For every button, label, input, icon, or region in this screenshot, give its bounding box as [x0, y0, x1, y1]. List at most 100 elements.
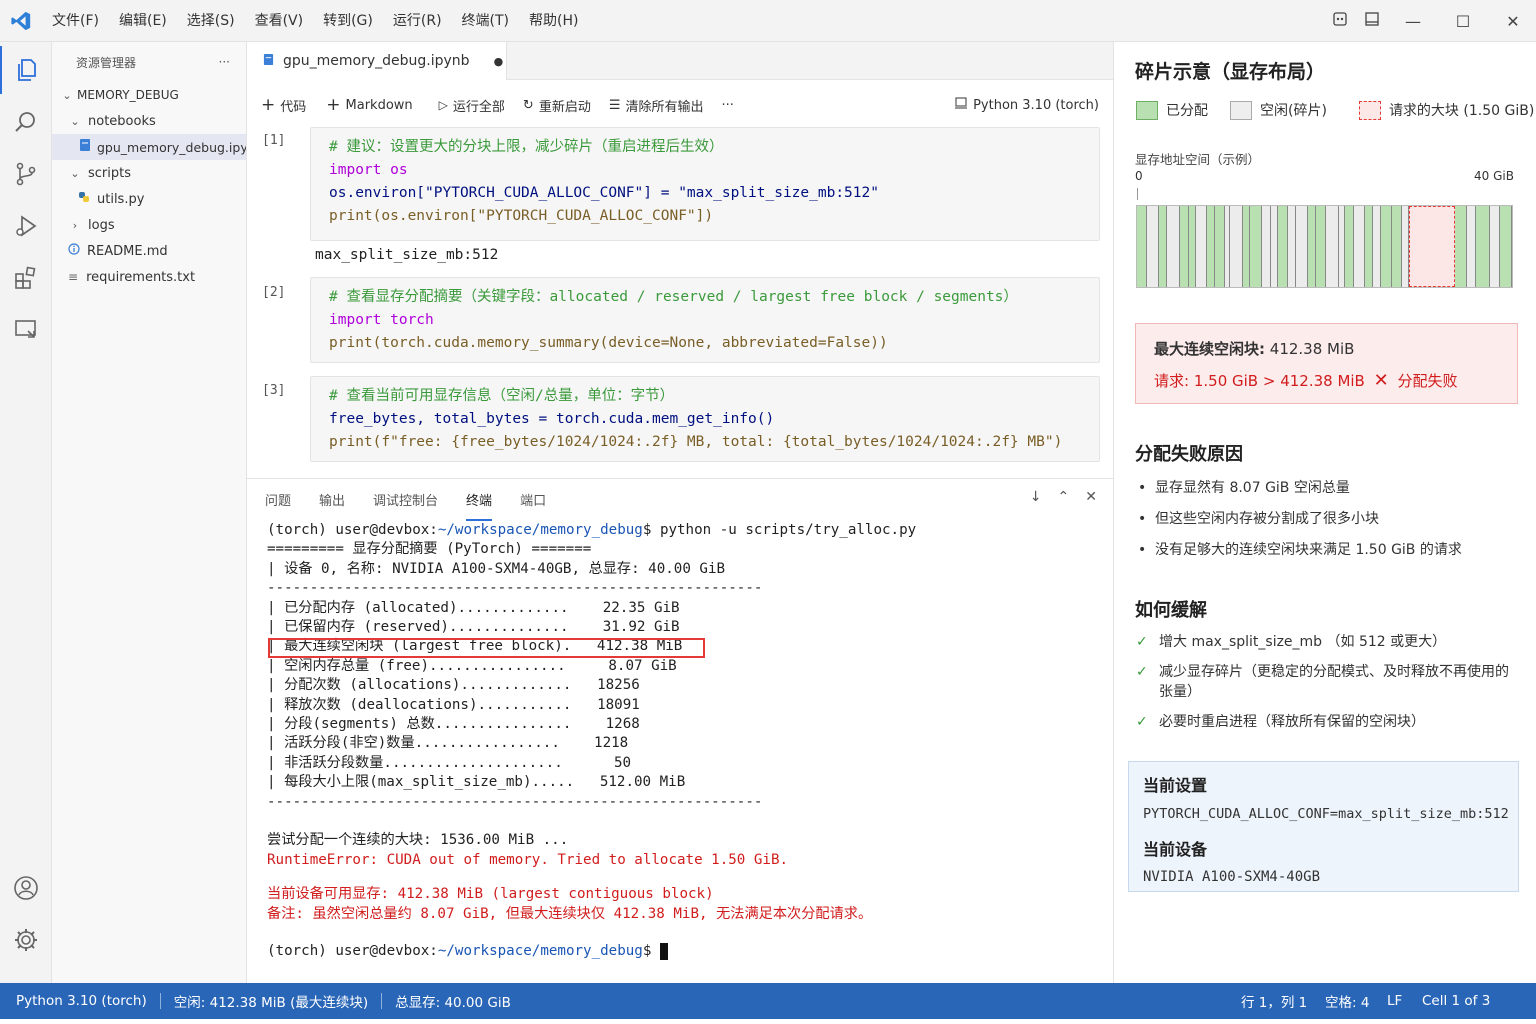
title-bar: 文件(F) 编辑(E) 选择(S) 查看(V) 转到(G) 运行(R) 终端(T… — [0, 0, 1536, 42]
copilot-icon[interactable] — [1326, 11, 1354, 31]
terminal-prompt-line: (torch) user@devbox:~/workspace/memory_d… — [267, 942, 916, 961]
tree-file-notebook[interactable]: gpu_memory_debug.ipynb — [52, 134, 246, 160]
text-file-icon: ≡ — [68, 270, 79, 284]
current-settings-box: 当前设置 PYTORCH_CUDA_ALLOC_CONF=max_split_s… — [1128, 761, 1519, 892]
free-block — [1325, 206, 1339, 287]
status-position[interactable]: 行 1，列 1 — [1241, 991, 1307, 1011]
chevron-down-icon: ⌄ — [70, 166, 80, 180]
memory-layout-bar — [1136, 205, 1513, 288]
device-title: 当前设备 — [1143, 840, 1208, 859]
chevron-down-icon: ⌄ — [70, 114, 80, 128]
terminal-output[interactable]: (torch) user@devbox:~/workspace/memory_d… — [267, 521, 916, 962]
source-control-icon[interactable] — [0, 150, 52, 198]
legend-allocated: 已分配 — [1166, 103, 1208, 119]
allocated-block — [1242, 206, 1251, 287]
free-block — [1402, 206, 1410, 287]
search-icon[interactable] — [0, 98, 52, 146]
terminal-cursor — [659, 942, 668, 960]
add-markdown-button[interactable]: + Markdown — [326, 95, 412, 115]
settings-gear-icon[interactable] — [0, 916, 52, 964]
menu-help[interactable]: 帮助(H) — [519, 0, 588, 42]
free-block — [1373, 206, 1381, 287]
allocated-block — [1455, 206, 1468, 287]
setting-value: PYTORCH_CUDA_ALLOC_CONF=max_split_size_m… — [1143, 806, 1509, 822]
maximize-button[interactable]: ☐ — [1440, 12, 1486, 31]
tab-output[interactable]: 输出 — [319, 490, 345, 509]
minimize-button[interactable]: — — [1390, 12, 1436, 31]
requested-block — [1409, 206, 1456, 287]
tree-item-label: gpu_memory_debug.ipynb — [97, 139, 246, 155]
kernel-picker[interactable]: Python 3.10 (torch) — [954, 96, 1099, 114]
tree-file-requirements[interactable]: ≡ requirements.txt — [52, 264, 246, 290]
menu-go[interactable]: 转到(G) — [313, 0, 383, 42]
status-eol[interactable]: LF — [1387, 993, 1402, 1009]
status-spaces[interactable]: 空格: 4 — [1325, 991, 1369, 1011]
vscode-logo-icon — [0, 0, 42, 42]
code-cell-1[interactable]: # 建议：设置更大的分块上限，减少碎片（重启进程后生效） import os o… — [310, 127, 1100, 241]
fail-x-icon: ✕ — [1373, 370, 1389, 391]
maximize-panel-icon[interactable]: ⌃ — [1058, 489, 1070, 505]
vscode-window: 文件(F) 编辑(E) 选择(S) 查看(V) 转到(G) 运行(R) 终端(T… — [0, 0, 1536, 1024]
notebook-file-icon — [263, 53, 274, 70]
status-cell[interactable]: Cell 1 of 3 — [1422, 993, 1490, 1009]
cell-1-number: [1] — [262, 133, 286, 148]
free-block — [1490, 206, 1501, 287]
more-actions-button[interactable]: ··· — [722, 98, 734, 113]
tree-root[interactable]: ⌄ MEMORY_DEBUG — [52, 82, 246, 108]
unsaved-dot-icon[interactable]: ● — [494, 55, 504, 68]
account-icon[interactable] — [0, 864, 52, 912]
notebook-toolbar: + 代码 + Markdown ▷ 运行全部 ↻ 重新启动 ☰ 清除所有输出 ··· Py… — [247, 80, 1113, 130]
restart-button[interactable]: ↻ 重新启动 — [523, 96, 591, 115]
menu-run[interactable]: 运行(R) — [383, 0, 452, 42]
chevron-right-icon: › — [72, 218, 78, 232]
info-icon — [68, 243, 80, 259]
tree-folder-notebooks[interactable]: ⌄ notebooks — [52, 108, 246, 134]
tab-debug-console[interactable]: 调试控制台 — [373, 490, 438, 509]
allocated-block — [1215, 206, 1226, 287]
menu-file[interactable]: 文件(F) — [42, 0, 109, 42]
code-cell-2[interactable]: # 查看显存分配摘要（关键字段：allocated / reserved / l… — [310, 277, 1100, 363]
legend-free: 空闲(碎片) — [1260, 103, 1327, 119]
add-code-button[interactable]: + 代码 — [261, 95, 306, 115]
menu-selection[interactable]: 选择(S) — [177, 0, 245, 42]
restart-icon: ↻ — [522, 97, 534, 113]
fix-item: 减少显存碎片（更稳定的分配模式、及时释放不再使用的张量） — [1136, 662, 1521, 702]
cell-1-output: max_split_size_mb:512 — [315, 247, 499, 263]
run-all-button[interactable]: ▷ 运行全部 — [439, 96, 505, 115]
tab-gpu-memory-debug[interactable]: gpu_memory_debug.ipynb ● — [247, 42, 507, 80]
tree-file-utils[interactable]: utils.py — [52, 186, 246, 212]
explorer-icon[interactable] — [0, 46, 52, 94]
allocated-block — [1137, 206, 1147, 287]
menu-edit[interactable]: 编辑(E) — [109, 0, 177, 42]
download-arrow-icon[interactable]: ↓ — [1030, 489, 1042, 505]
allocated-block — [1158, 206, 1167, 287]
bottom-panel: 问题 输出 调试控制台 终端 端口 ↓ ⌃ ✕ (torch) user@dev… — [247, 478, 1113, 983]
run-debug-icon[interactable] — [0, 202, 52, 250]
allocated-block — [1500, 206, 1512, 287]
kernel-icon — [954, 96, 968, 114]
menu-terminal[interactable]: 终端(T) — [452, 0, 519, 42]
allocated-block — [1180, 206, 1190, 287]
extensions-icon[interactable] — [0, 254, 52, 302]
notebook-file-icon — [79, 138, 91, 156]
explorer-title: 资源管理器 — [76, 55, 137, 70]
close-panel-icon[interactable]: ✕ — [1085, 489, 1097, 505]
code-cell-3[interactable]: # 查看当前可用显存信息（空闲/总量，单位：字节） free_bytes, to… — [310, 376, 1100, 462]
close-window-button[interactable]: ✕ — [1490, 12, 1536, 31]
free-block — [1296, 206, 1309, 287]
tab-ports[interactable]: 端口 — [520, 490, 546, 509]
status-kernel[interactable]: Python 3.10 (torch) — [16, 993, 147, 1009]
tree-folder-logs[interactable]: › logs — [52, 212, 246, 238]
menu-view[interactable]: 查看(V) — [245, 0, 314, 42]
tree-folder-scripts[interactable]: ⌄ scripts — [52, 160, 246, 186]
tab-problems[interactable]: 问题 — [265, 490, 291, 509]
error-box: 最大连续空闲块: 412.38 MiB 请求: 1.50 GiB > 412.3… — [1135, 323, 1518, 404]
more-actions-button[interactable]: ··· — [219, 55, 230, 69]
tab-terminal[interactable]: 终端 — [466, 490, 493, 521]
remote-explorer-icon[interactable] — [0, 306, 52, 354]
allocated-block — [1392, 206, 1403, 287]
layout-icon[interactable] — [1358, 11, 1386, 31]
clear-outputs-button[interactable]: ☰ 清除所有输出 — [609, 96, 704, 115]
tree-file-readme[interactable]: README.md — [52, 238, 246, 264]
allocated-block — [1308, 206, 1316, 287]
